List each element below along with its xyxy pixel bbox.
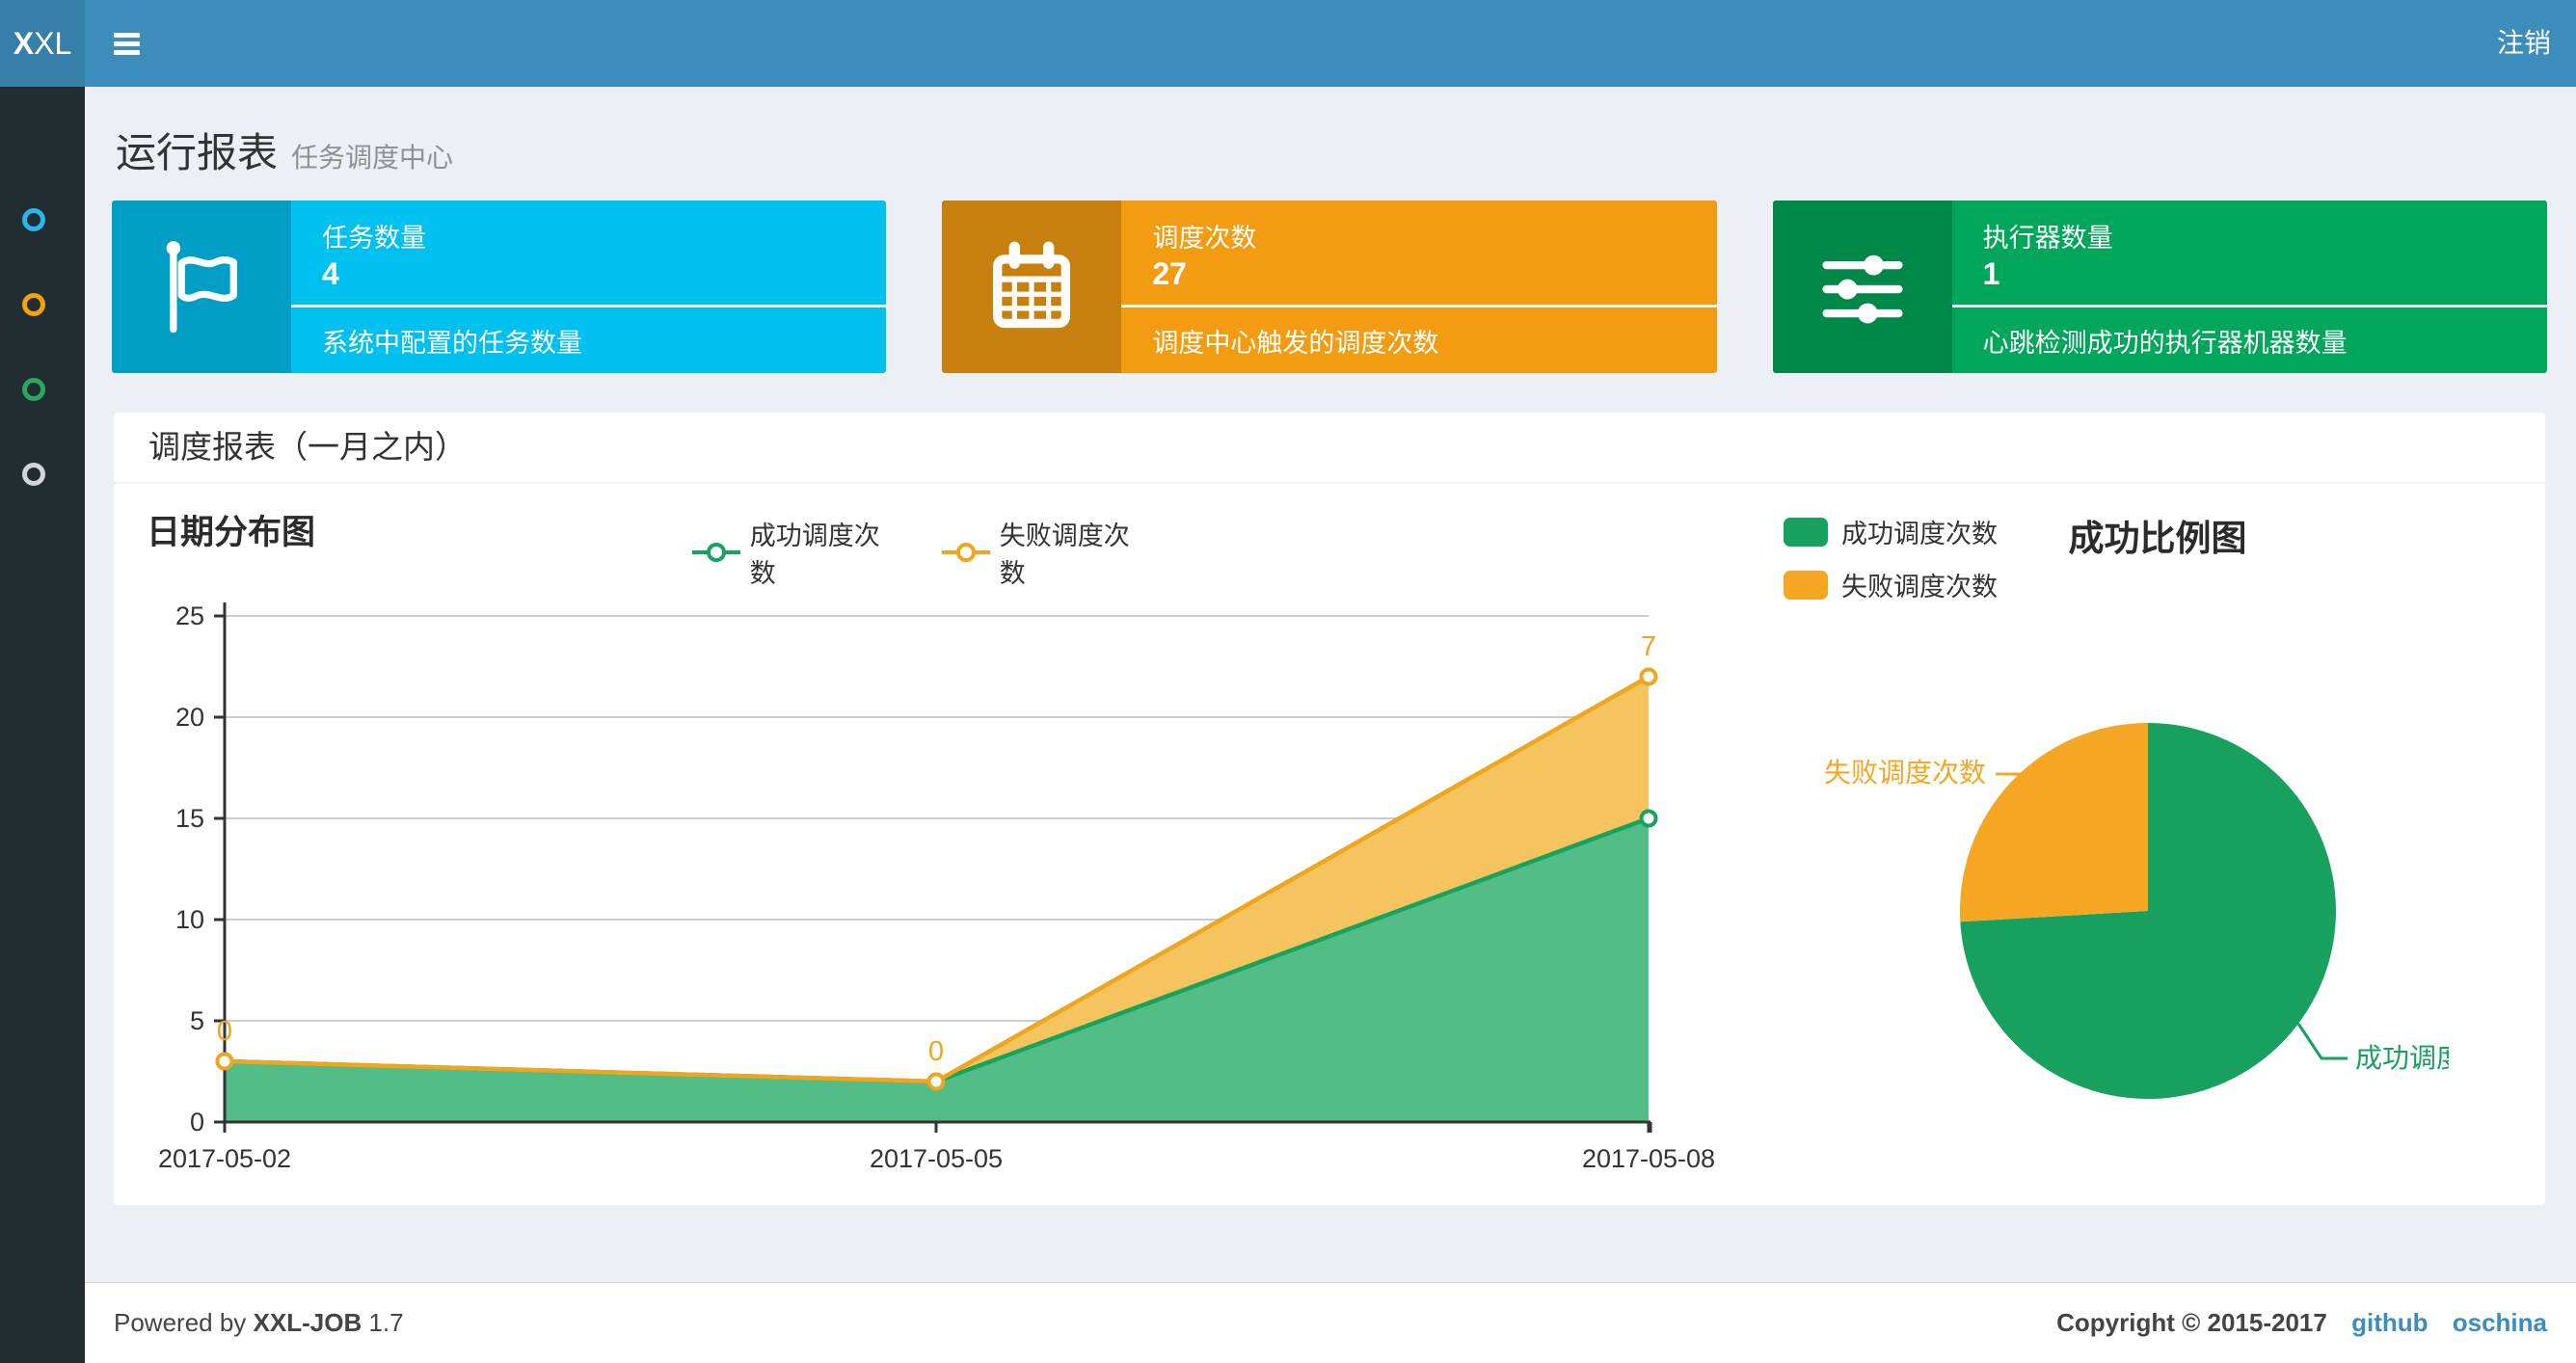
stat-card-body: 任务数量 4 系统中配置的任务数量 [291, 200, 887, 373]
stat-card-triggers: 调度次数 27 调度中心触发的调度次数 [942, 200, 1717, 373]
svg-text:失败调度次数: 失败调度次数 [1824, 758, 1986, 788]
pie-swatch-icon [1784, 517, 1828, 547]
product-version: 1.7 [368, 1308, 404, 1337]
svg-text:5: 5 [190, 1006, 204, 1035]
page-subtitle: 任务调度中心 [291, 143, 454, 173]
panel-title: 调度报表（一月之内） [114, 413, 2545, 484]
stat-card-executors: 执行器数量 1 心跳检测成功的执行器机器数量 [1772, 200, 2547, 373]
collapsed-sidebar [0, 87, 85, 1363]
page-footer: Powered by XXL-JOB 1.7 Copyright © 2015-… [85, 1282, 2576, 1363]
github-link[interactable]: github [2351, 1308, 2428, 1337]
stat-card-value: 27 [1152, 256, 1187, 291]
legend-item-success[interactable]: 成功调度次数 [1784, 513, 1998, 550]
stat-card-value: 1 [1982, 256, 2000, 291]
svg-text:15: 15 [175, 804, 204, 833]
product-name: XXL-JOB [253, 1308, 362, 1337]
stat-card-title: 任务数量 [322, 224, 426, 253]
success-ratio-chart: 成功调度次数 失败调度次数 [1824, 723, 2449, 1099]
svg-text:25: 25 [175, 601, 204, 630]
pie-chart-title: 成功比例图 [2068, 519, 2247, 558]
stat-card-divider [291, 305, 887, 307]
stat-card-body: 调度次数 27 调度中心触发的调度次数 [1121, 200, 1717, 373]
stat-card-divider [1951, 305, 2547, 307]
pie-swatch-icon [1784, 570, 1828, 600]
svg-text:2017-05-02: 2017-05-02 [158, 1144, 291, 1173]
sliders-icon [1772, 200, 1952, 373]
svg-text:10: 10 [175, 905, 204, 934]
stat-cards-row: 任务数量 4 系统中配置的任务数量 调度次数 27 调度中心触发的调度次数 执行… [112, 200, 2547, 373]
page-title: 运行报表 [116, 130, 279, 175]
top-navbar: X XL 注销 [0, 0, 2576, 87]
sidebar-item-1-circle-icon[interactable] [22, 208, 45, 231]
page-header: 运行报表 任务调度中心 [116, 120, 453, 179]
pie-chart-legend: 成功调度次数 失败调度次数 [1784, 513, 1998, 603]
date-distribution-chart: 05101520252017-05-02 2017-05-05 2017-05-08… [158, 601, 1714, 1173]
copyright-text: Copyright © 2015-2017 github oschina [2056, 1283, 2547, 1363]
svg-text:0: 0 [928, 1036, 944, 1067]
schedule-report-panel: 调度报表（一月之内） 日期分布图 成功调度次数 失败调度次数 0 5 10 15 20 2… [114, 413, 2545, 1205]
sidebar-item-3-circle-icon[interactable] [22, 378, 45, 401]
stat-card-jobs: 任务数量 4 系统中配置的任务数量 [112, 200, 887, 373]
stat-card-title: 调度次数 [1152, 224, 1257, 253]
stat-card-title: 执行器数量 [1982, 224, 2113, 253]
sidebar-toggle-button[interactable] [96, 0, 156, 87]
svg-text:7: 7 [1641, 631, 1656, 662]
line-chart-title: 日期分布图 [147, 514, 316, 551]
sidebar-item-4-circle-icon[interactable] [22, 463, 45, 486]
sidebar-item-2-circle-icon[interactable] [22, 293, 45, 316]
stat-card-value: 4 [322, 256, 339, 291]
legend-item-fail[interactable]: 失败调度次数 [1784, 566, 1998, 603]
stat-card-description: 调度中心触发的调度次数 [1152, 329, 1439, 358]
stat-card-divider [1121, 305, 1717, 307]
powered-by-text: Powered by XXL-JOB 1.7 [114, 1283, 404, 1363]
oschina-link[interactable]: oschina [2453, 1308, 2547, 1337]
calendar-icon [942, 200, 1122, 373]
stat-card-description: 系统中配置的任务数量 [322, 329, 582, 358]
svg-text:20: 20 [175, 703, 204, 732]
logout-link[interactable]: 注销 [2472, 0, 2576, 87]
svg-text:0: 0 [190, 1108, 204, 1136]
stat-card-description: 心跳检测成功的执行器机器数量 [1982, 329, 2348, 358]
legend-label: 失败调度次数 [1841, 573, 1998, 601]
xxl-job-dashboard: { "navbar": { "logo_bold": "X", "logo_li… [0, 0, 2576, 1363]
svg-text:0: 0 [217, 1016, 232, 1047]
app-logo[interactable]: X XL [0, 0, 85, 87]
powered-by-label: Powered by [114, 1308, 247, 1337]
stat-card-body: 执行器数量 1 心跳检测成功的执行器机器数量 [1951, 200, 2547, 373]
logo-bold: X [13, 25, 35, 61]
copyright-label: Copyright © 2015-2017 [2056, 1308, 2327, 1337]
svg-text:成功调度次数: 成功调度次数 [2355, 1043, 2449, 1073]
legend-label: 成功调度次数 [1841, 520, 1998, 548]
hamburger-icon [113, 32, 140, 38]
flag-icon [112, 200, 291, 373]
svg-text:2017-05-05: 2017-05-05 [870, 1144, 1003, 1173]
logo-light: XL [34, 25, 72, 61]
